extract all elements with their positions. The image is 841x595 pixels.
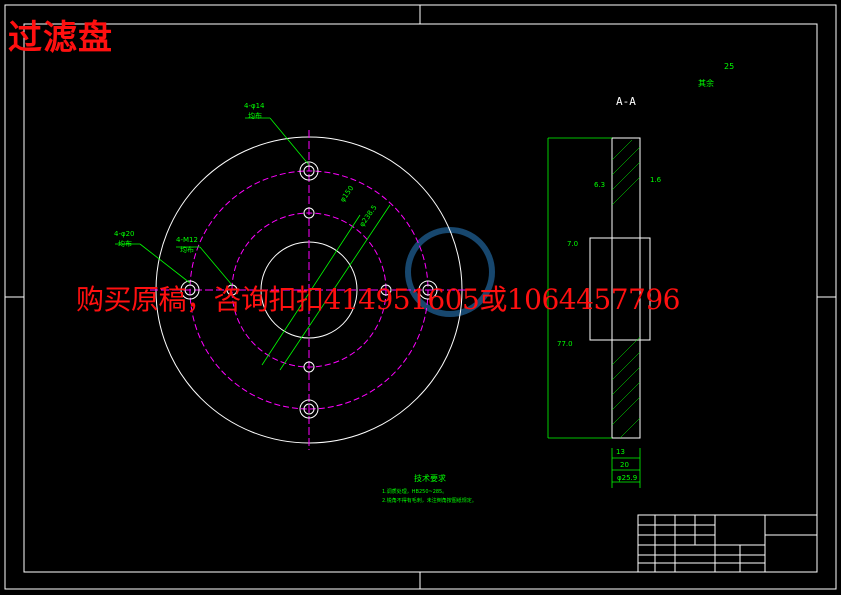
title-block xyxy=(637,514,818,573)
tech-note-2: 2.锐角不得有毛刺，未注倒角按图纸规定。 xyxy=(382,498,477,504)
sec-dim-259: φ25.9 xyxy=(617,474,638,482)
section-label: A-A xyxy=(616,95,636,108)
sec-dim-13: 13 xyxy=(616,448,625,456)
thread-note: 均布 xyxy=(180,246,194,254)
sec-rough-70: 7.0 xyxy=(567,240,579,248)
tech-note-1: 1.调质处理，HB250~285。 xyxy=(382,489,448,495)
holes-left-size: 4-φ20 xyxy=(114,230,135,238)
watermark-text: 购买原稿，咨询扣扣414951605或1064457796 xyxy=(76,283,680,316)
holes-top-size: 4-φ14 xyxy=(244,102,265,110)
sec-rough-16: 1.6 xyxy=(650,176,662,184)
rough-note-value: 25 xyxy=(724,62,735,71)
holes-left-note: 均布 xyxy=(118,240,132,248)
sec-rough-770: 77.0 xyxy=(557,340,573,348)
sec-dim-20: 20 xyxy=(620,461,629,469)
holes-top-note: 均布 xyxy=(248,112,262,120)
drawing-title: 过滤盘 xyxy=(8,18,113,58)
tech-title: 技术要求 xyxy=(414,474,446,483)
sec-rough-63: 6.3 xyxy=(594,181,606,189)
rough-note-text: 其余 xyxy=(698,79,714,88)
thread-size: 4-M12 xyxy=(176,236,198,244)
